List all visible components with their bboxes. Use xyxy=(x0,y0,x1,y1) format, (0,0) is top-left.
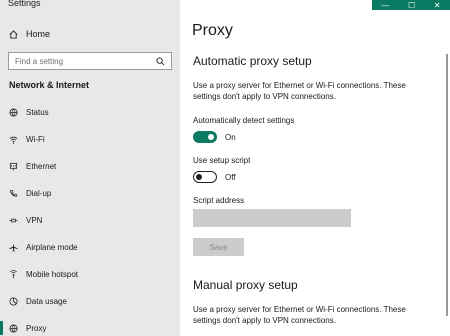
script-address-input[interactable] xyxy=(193,209,351,227)
sidebar-item-wifi[interactable]: Wi-Fi xyxy=(0,130,180,148)
page-title: Proxy xyxy=(192,22,233,39)
window-controls: — ☐ ✕ xyxy=(372,0,450,10)
globe-icon xyxy=(9,107,18,117)
toggle-knob xyxy=(208,134,214,140)
sidebar-item-data-usage[interactable]: Data usage xyxy=(0,292,180,310)
data-usage-icon xyxy=(9,296,18,306)
toggle-knob xyxy=(196,173,202,180)
setup-script-label: Use setup script xyxy=(193,156,251,165)
ethernet-icon xyxy=(9,162,18,171)
search-input[interactable]: Find a setting xyxy=(8,52,172,70)
sidebar-item-label: Proxy xyxy=(26,323,47,333)
setup-script-toggle[interactable] xyxy=(193,171,217,183)
sidebar-item-label: Ethernet xyxy=(26,161,57,171)
search-placeholder: Find a setting xyxy=(15,56,64,66)
wifi-icon xyxy=(9,136,18,144)
automatic-proxy-heading: Automatic proxy setup xyxy=(193,54,312,68)
sidebar-item-label: Status xyxy=(26,107,49,117)
auto-detect-toggle[interactable] xyxy=(193,131,217,143)
close-button[interactable]: ✕ xyxy=(434,1,441,10)
search-icon xyxy=(156,56,165,65)
auto-detect-state: On xyxy=(225,133,236,142)
section-heading: Network & Internet xyxy=(9,80,90,90)
maximize-button[interactable]: ☐ xyxy=(408,1,415,10)
auto-detect-label: Automatically detect settings xyxy=(193,116,295,125)
home-label: Home xyxy=(26,29,51,39)
sidebar-item-label: Dial-up xyxy=(26,188,52,198)
automatic-proxy-description: Use a proxy server for Ethernet or Wi-Fi… xyxy=(193,81,406,101)
sidebar-item-label: Wi-Fi xyxy=(26,134,45,144)
sidebar-item-label: VPN xyxy=(26,215,43,225)
sidebar-item-label: Airplane mode xyxy=(26,242,78,252)
sidebar-item-label: Data usage xyxy=(26,296,67,306)
sidebar-item-status[interactable]: Status xyxy=(0,103,180,121)
sidebar-item-ethernet[interactable]: Ethernet xyxy=(0,157,180,175)
setup-script-state: Off xyxy=(225,173,236,182)
sidebar-item-mobile-hotspot[interactable]: Mobile hotspot xyxy=(0,265,180,283)
script-address-label: Script address xyxy=(193,196,245,205)
home-icon xyxy=(9,29,18,39)
globe-icon xyxy=(9,323,18,333)
vpn-icon xyxy=(9,218,18,222)
hotspot-icon xyxy=(10,269,17,279)
app-title: Settings xyxy=(8,0,41,8)
manual-proxy-description: Use a proxy server for Ethernet or Wi-Fi… xyxy=(193,305,406,325)
sidebar-item-airplane-mode[interactable]: Airplane mode xyxy=(0,238,180,256)
manual-proxy-heading: Manual proxy setup xyxy=(193,278,298,292)
sidebar-item-dialup[interactable]: Dial-up xyxy=(0,184,180,202)
minimize-button[interactable]: — xyxy=(381,1,389,10)
sidebar-item-proxy[interactable]: Proxy xyxy=(0,319,180,336)
sidebar-item-vpn[interactable]: VPN xyxy=(0,211,180,229)
scrollbar[interactable] xyxy=(446,54,448,316)
selected-indicator xyxy=(0,321,3,335)
phone-icon xyxy=(9,189,18,197)
sidebar-item-label: Mobile hotspot xyxy=(26,269,79,279)
sidebar: Settings Home Find a setting Network & I… xyxy=(0,0,180,336)
airplane-icon xyxy=(9,242,18,252)
home-nav-item[interactable]: Home xyxy=(0,26,180,42)
save-button[interactable]: Save xyxy=(193,238,244,256)
